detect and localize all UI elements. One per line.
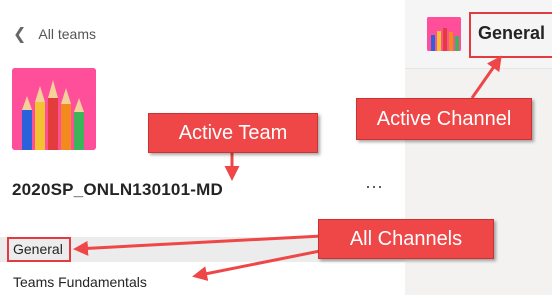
colored-pencils-icon — [12, 68, 96, 150]
team-name: 2020SP_ONLN130101-MD — [12, 180, 223, 199]
active-channel-callout: Active Channel — [356, 98, 532, 140]
active-team-callout: Active Team — [148, 113, 318, 153]
colored-pencils-icon — [427, 17, 461, 51]
all-channels-callout: All Channels — [318, 219, 494, 259]
back-link-label: All teams — [38, 26, 96, 42]
general-highlight-box — [7, 237, 71, 262]
more-options-button[interactable]: ··· — [362, 176, 386, 200]
all-teams-back-link[interactable]: ❮ All teams — [13, 22, 96, 46]
channel-item-label: Teams Fundamentals — [13, 274, 147, 290]
chevron-left-icon: ❮ — [13, 26, 27, 43]
team-avatar[interactable] — [12, 68, 96, 150]
channel-item-teams-fundamentals[interactable]: Teams Fundamentals — [0, 270, 405, 295]
channel-header-title: General — [478, 23, 546, 43]
team-thumbnail — [427, 17, 461, 51]
